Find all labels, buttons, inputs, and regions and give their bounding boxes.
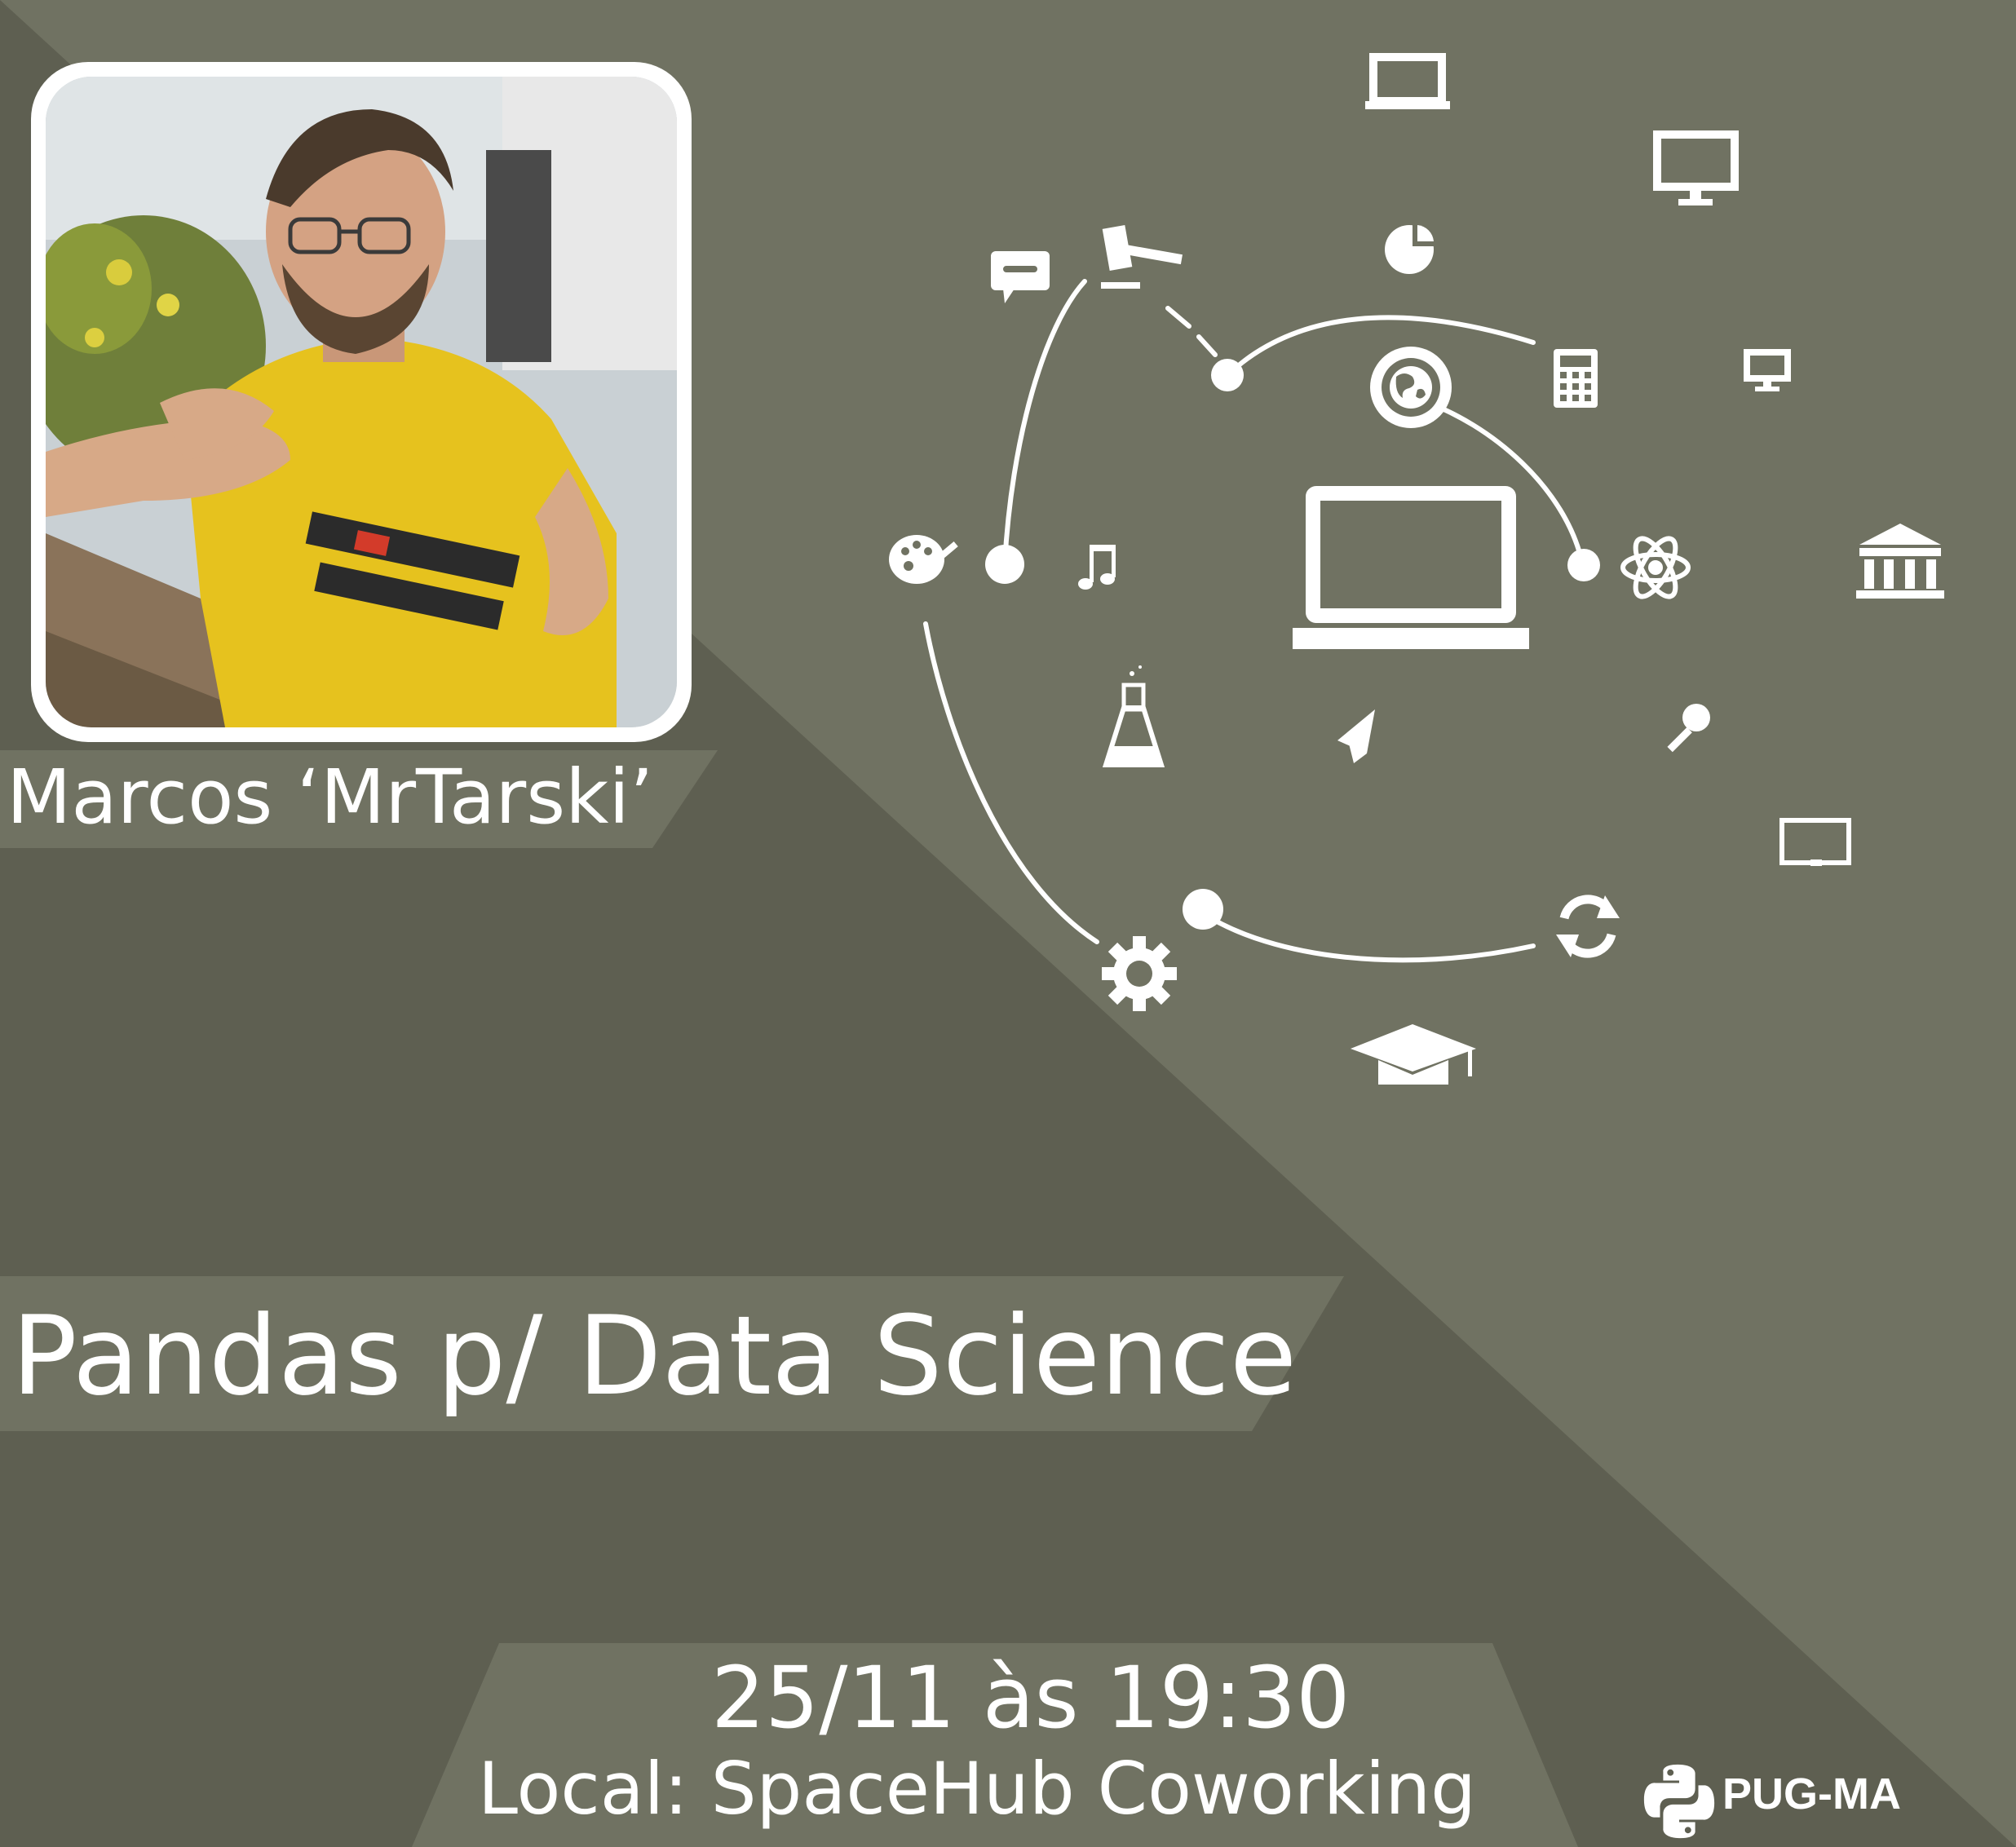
globe-icon (1370, 347, 1452, 428)
speaker-name: Marcos ‘MrTarski’ (7, 753, 654, 841)
event-location: Local: SpaceHub Coworking (478, 1747, 1476, 1831)
python-logo-icon (1643, 1764, 1715, 1839)
gear-icon (1102, 936, 1177, 1011)
talk-title: Pandas p/ Data Science (11, 1292, 1298, 1420)
speaker-photo-frame (31, 62, 692, 742)
brand-name: PUG-MA (1722, 1770, 1901, 1818)
calculator-icon (1554, 349, 1598, 408)
event-datetime: 25/11 às 19:30 (711, 1648, 1351, 1748)
speaker-photo (46, 77, 677, 727)
event-poster: Marcos ‘MrTarski’ Pandas p/ Data Science… (0, 0, 2016, 1847)
